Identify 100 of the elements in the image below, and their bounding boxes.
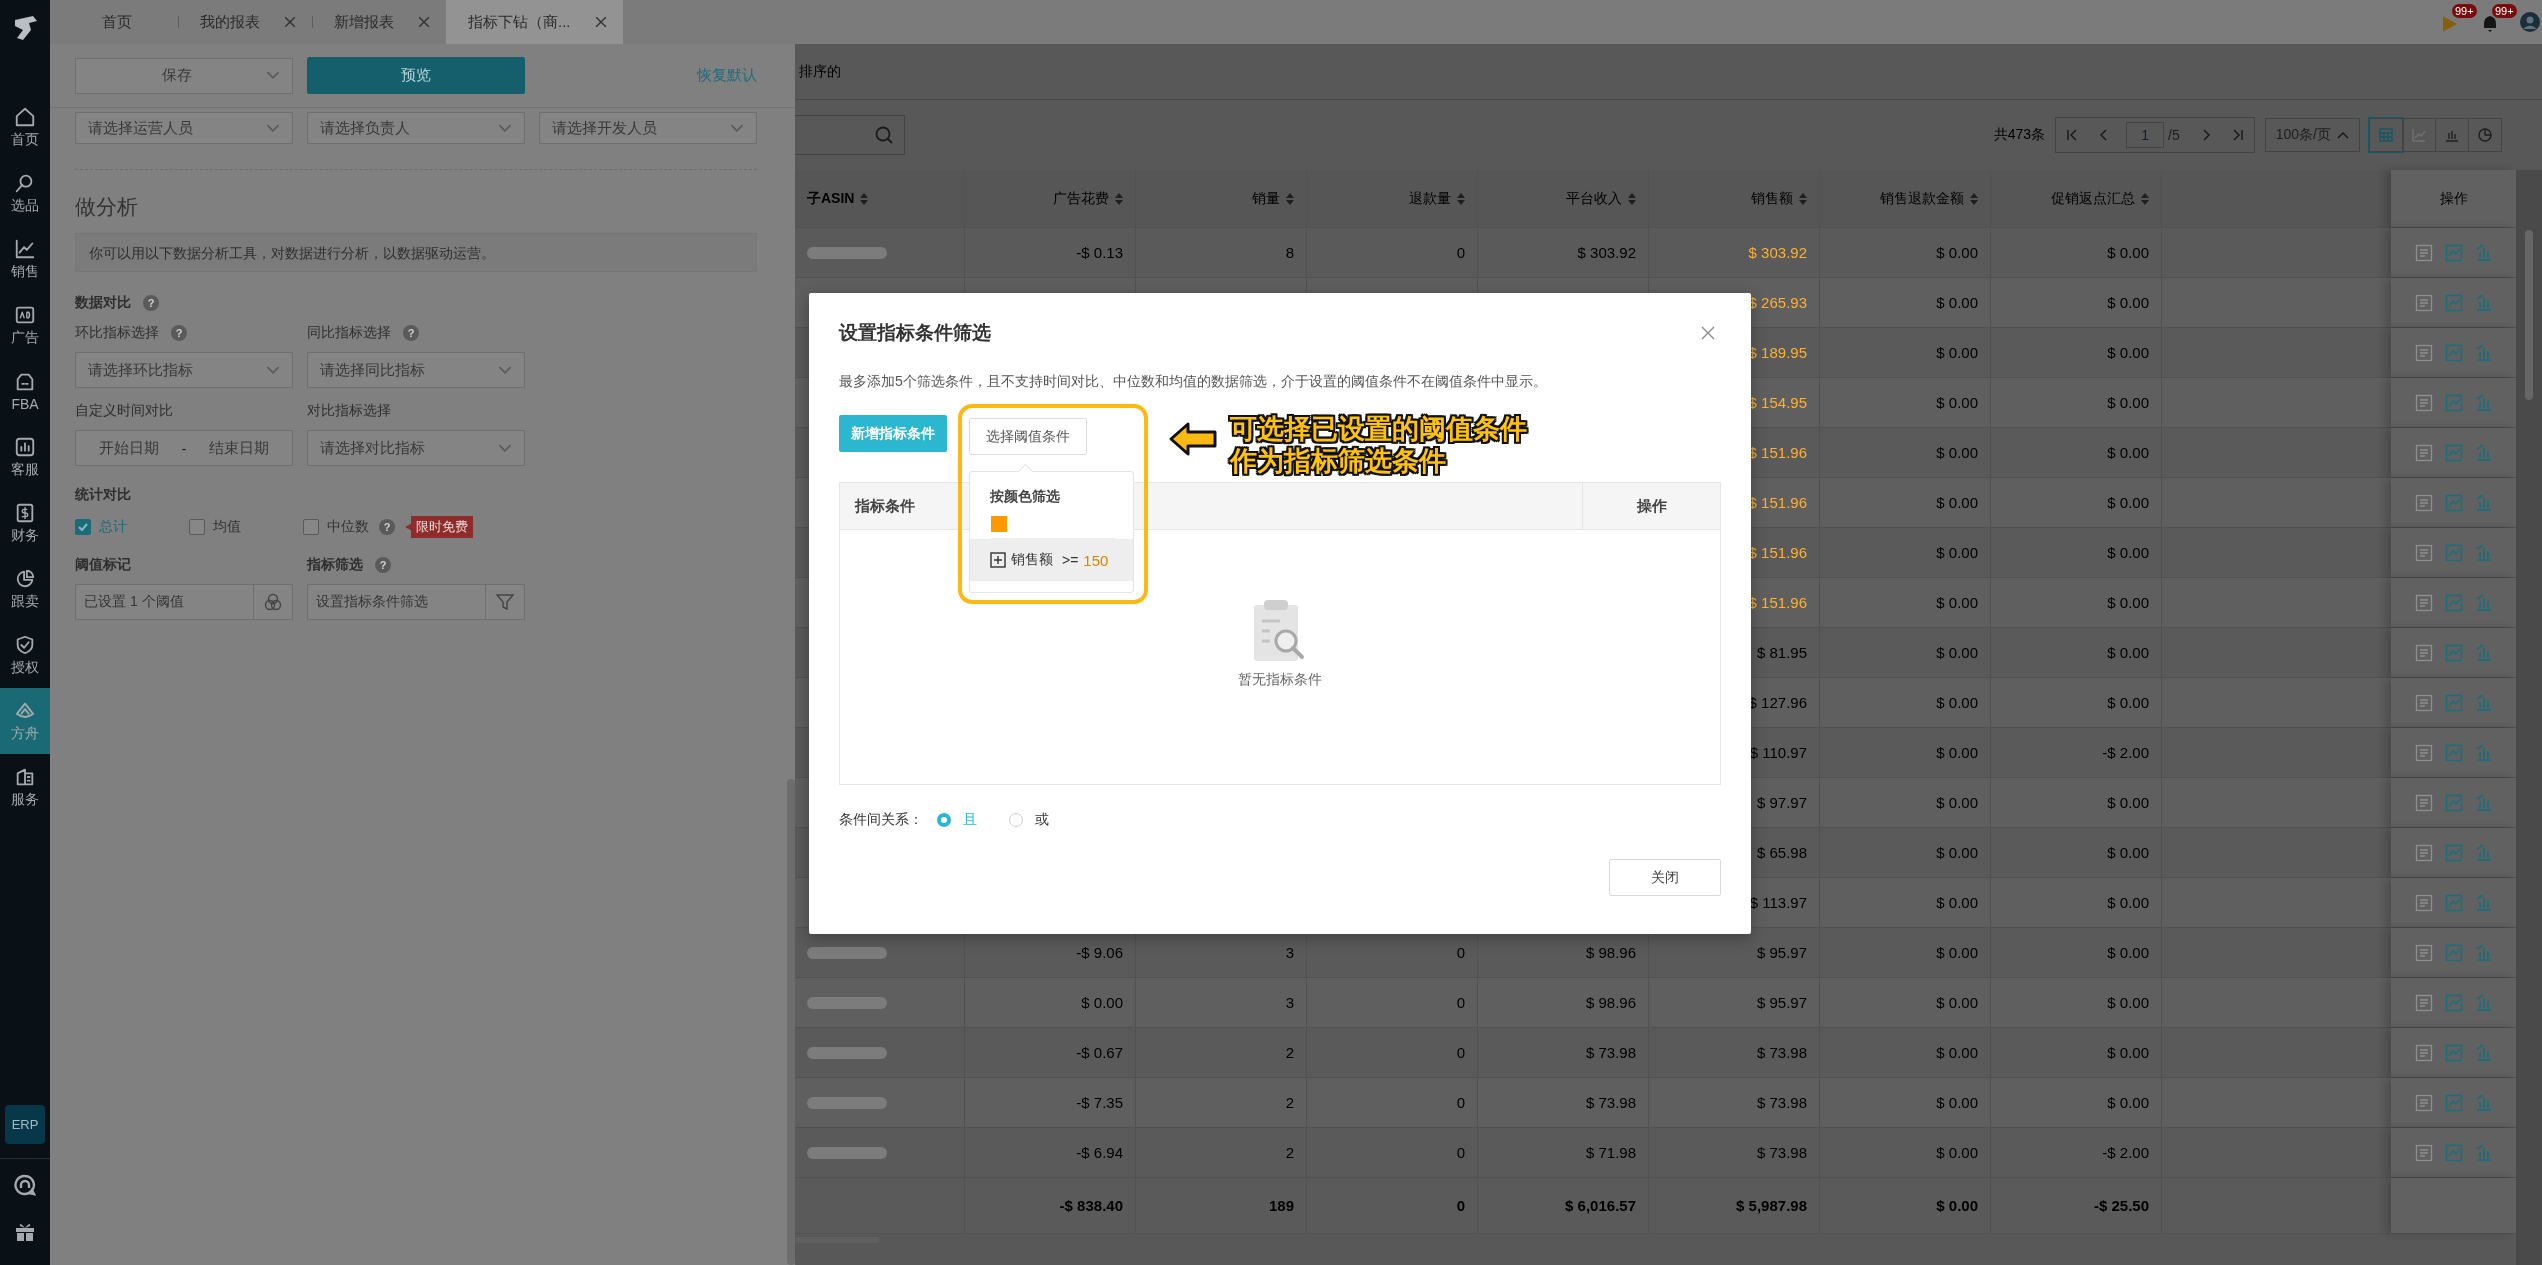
bar-chart-icon[interactable]: [2474, 743, 2493, 762]
close-icon[interactable]: [418, 16, 430, 28]
bar-chart-icon[interactable]: [2474, 293, 2493, 312]
select-field[interactable]: 请选择同比指标: [307, 352, 525, 388]
list-icon[interactable]: [2414, 643, 2433, 662]
list-icon[interactable]: [2414, 893, 2433, 912]
column-header[interactable]: 平台收入: [1566, 189, 1622, 208]
list-icon[interactable]: [2414, 343, 2433, 362]
tab[interactable]: 我的报表: [178, 0, 312, 44]
headset-icon[interactable]: [13, 1173, 37, 1197]
tab[interactable]: 新增报表: [312, 0, 446, 44]
bar-chart-icon[interactable]: [2474, 843, 2493, 862]
search-field[interactable]: [795, 115, 905, 155]
avatar-icon[interactable]: [2520, 12, 2540, 32]
checkbox[interactable]: 中位数: [303, 518, 369, 536]
line-chart-icon[interactable]: [2444, 693, 2463, 712]
list-icon[interactable]: [2414, 293, 2433, 312]
list-icon[interactable]: [2414, 593, 2433, 612]
line-chart-icon[interactable]: [2444, 493, 2463, 512]
line-chart-icon[interactable]: [2444, 443, 2463, 462]
view-toggle[interactable]: [2468, 118, 2502, 152]
line-chart-icon[interactable]: [2444, 1143, 2463, 1162]
sort-icon[interactable]: [1115, 192, 1123, 205]
nav-item[interactable]: 选品: [0, 160, 50, 226]
list-icon[interactable]: [2414, 393, 2433, 412]
erp-button[interactable]: ERP: [5, 1105, 45, 1144]
column-header[interactable]: 促销返点汇总: [2051, 189, 2135, 208]
bar-chart-icon[interactable]: [2474, 343, 2493, 362]
list-icon[interactable]: [2414, 1043, 2433, 1062]
bar-chart-icon[interactable]: [2474, 493, 2493, 512]
tab[interactable]: 指标下钻（商...: [446, 0, 623, 44]
bar-chart-icon[interactable]: [2474, 693, 2493, 712]
bar-chart-icon[interactable]: [2474, 1043, 2493, 1062]
line-chart-icon[interactable]: [2444, 1043, 2463, 1062]
bar-chart-icon[interactable]: [2474, 943, 2493, 962]
date-range-field[interactable]: 开始日期 - 结束日期: [75, 430, 293, 466]
list-icon[interactable]: [2414, 793, 2433, 812]
radio-button[interactable]: 或: [1009, 811, 1049, 829]
bar-chart-icon[interactable]: [2474, 443, 2493, 462]
preview-button[interactable]: 预览: [307, 57, 525, 94]
save-select[interactable]: 保存: [75, 57, 293, 94]
filter-icon[interactable]: [495, 592, 515, 612]
sort-icon[interactable]: [1457, 192, 1465, 205]
radio-button[interactable]: 且: [937, 811, 977, 829]
column-header[interactable]: 子ASIN: [807, 189, 855, 208]
scrollbar[interactable]: [2525, 230, 2533, 400]
list-icon[interactable]: [2414, 1093, 2433, 1112]
bar-chart-icon[interactable]: [2474, 993, 2493, 1012]
select-field[interactable]: 请选择负责人: [307, 112, 525, 144]
circles-icon[interactable]: [263, 592, 283, 612]
sort-icon[interactable]: [2141, 192, 2149, 205]
threshold-field[interactable]: 已设置 1 个阈值: [75, 584, 293, 620]
nav-item[interactable]: 客服: [0, 424, 50, 490]
line-chart-icon[interactable]: [2444, 993, 2463, 1012]
nav-item[interactable]: 销售: [0, 226, 50, 292]
list-icon[interactable]: [2414, 493, 2433, 512]
line-chart-icon[interactable]: [2444, 943, 2463, 962]
line-chart-icon[interactable]: [2444, 293, 2463, 312]
line-chart-icon[interactable]: [2444, 243, 2463, 262]
filter-field[interactable]: 设置指标条件筛选: [307, 584, 525, 620]
sort-icon[interactable]: [1970, 192, 1978, 205]
bar-chart-icon[interactable]: [2474, 243, 2493, 262]
bar-chart-icon[interactable]: [2474, 543, 2493, 562]
nav-item[interactable]: 首页: [0, 94, 50, 160]
bar-chart-icon[interactable]: [2474, 393, 2493, 412]
scrollbar[interactable]: [787, 779, 795, 1265]
column-header[interactable]: 销售额: [1751, 189, 1793, 208]
nav-item[interactable]: 授权: [0, 622, 50, 688]
pick-threshold-button[interactable]: 选择阈值条件: [969, 418, 1087, 455]
view-toggle[interactable]: [2369, 118, 2403, 152]
add-condition-button[interactable]: 新增指标条件: [839, 415, 947, 452]
help-icon[interactable]: ?: [143, 295, 159, 311]
list-icon[interactable]: [2414, 743, 2433, 762]
list-icon[interactable]: [2414, 843, 2433, 862]
sort-icon[interactable]: [860, 192, 869, 205]
select-field[interactable]: 请选择环比指标: [75, 352, 293, 388]
list-icon[interactable]: [2414, 543, 2433, 562]
sort-icon[interactable]: [1286, 192, 1294, 205]
column-header[interactable]: 销售退款金额: [1880, 189, 1964, 208]
nav-item[interactable]: 广告: [0, 292, 50, 358]
close-icon[interactable]: [284, 16, 296, 28]
list-icon[interactable]: [2414, 1143, 2433, 1162]
tab[interactable]: 首页: [80, 0, 178, 44]
line-chart-icon[interactable]: [2444, 843, 2463, 862]
threshold-option[interactable]: 销售额 >= 150: [970, 539, 1133, 581]
line-chart-icon[interactable]: [2444, 643, 2463, 662]
view-toggle[interactable]: [2435, 118, 2469, 152]
list-icon[interactable]: [2414, 693, 2433, 712]
list-icon[interactable]: [2414, 993, 2433, 1012]
page-input[interactable]: 1: [2126, 122, 2165, 148]
list-icon[interactable]: [2414, 243, 2433, 262]
nav-item[interactable]: 服务: [0, 754, 50, 820]
column-header[interactable]: 退款量: [1409, 189, 1451, 208]
sort-icon[interactable]: [1628, 192, 1636, 205]
list-icon[interactable]: [2414, 443, 2433, 462]
close-icon[interactable]: [1701, 326, 1715, 340]
column-header[interactable]: 销量: [1252, 189, 1280, 208]
close-icon[interactable]: [594, 16, 607, 28]
line-chart-icon[interactable]: [2444, 893, 2463, 912]
bar-chart-icon[interactable]: [2474, 643, 2493, 662]
